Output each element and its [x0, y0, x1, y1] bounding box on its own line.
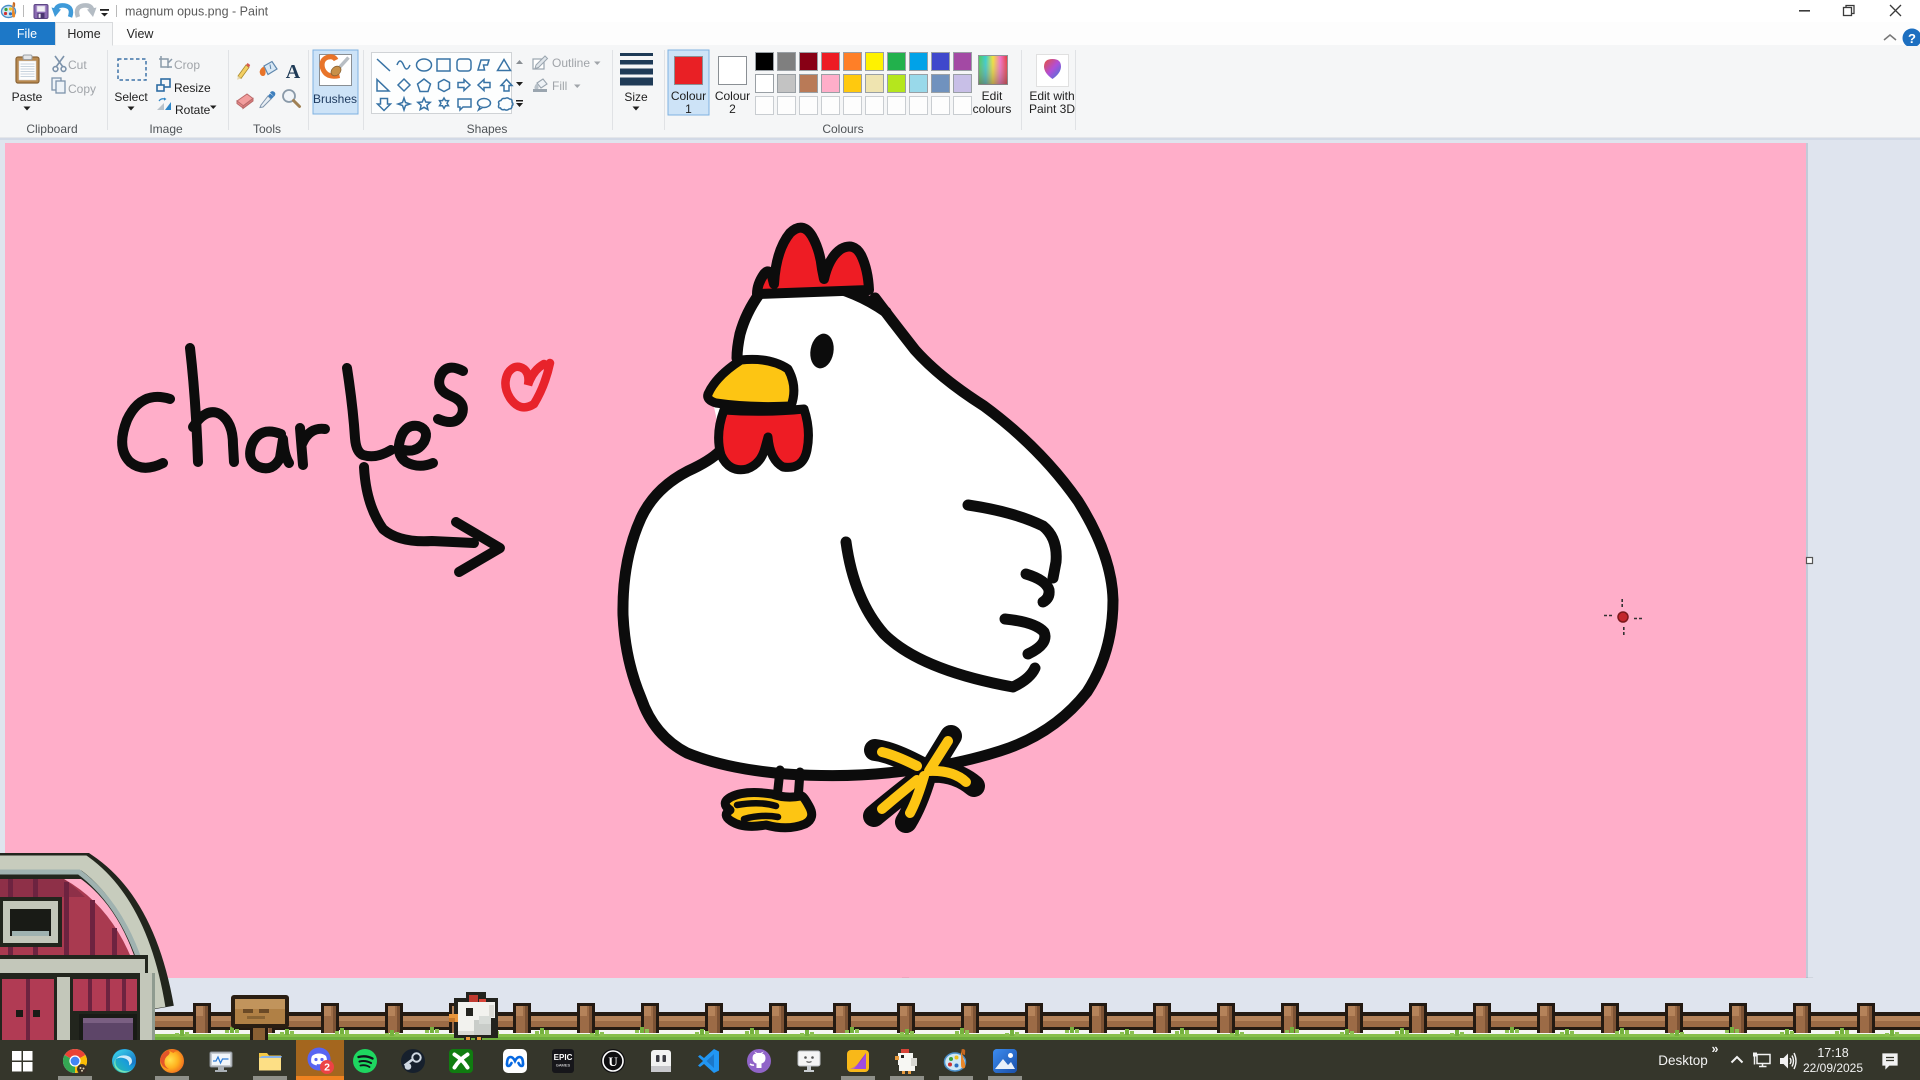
svg-text:EPIC: EPIC	[554, 1053, 573, 1062]
svg-text:GAMES: GAMES	[556, 1063, 571, 1068]
svg-text:Desktop: Desktop	[1658, 1053, 1708, 1068]
svg-text:17:18: 17:18	[1817, 1046, 1848, 1060]
svg-text:22/09/2025: 22/09/2025	[1803, 1061, 1863, 1075]
svg-text:»: »	[1712, 1042, 1719, 1056]
svg-text:2: 2	[324, 1062, 330, 1074]
svg-text:U: U	[608, 1054, 618, 1069]
